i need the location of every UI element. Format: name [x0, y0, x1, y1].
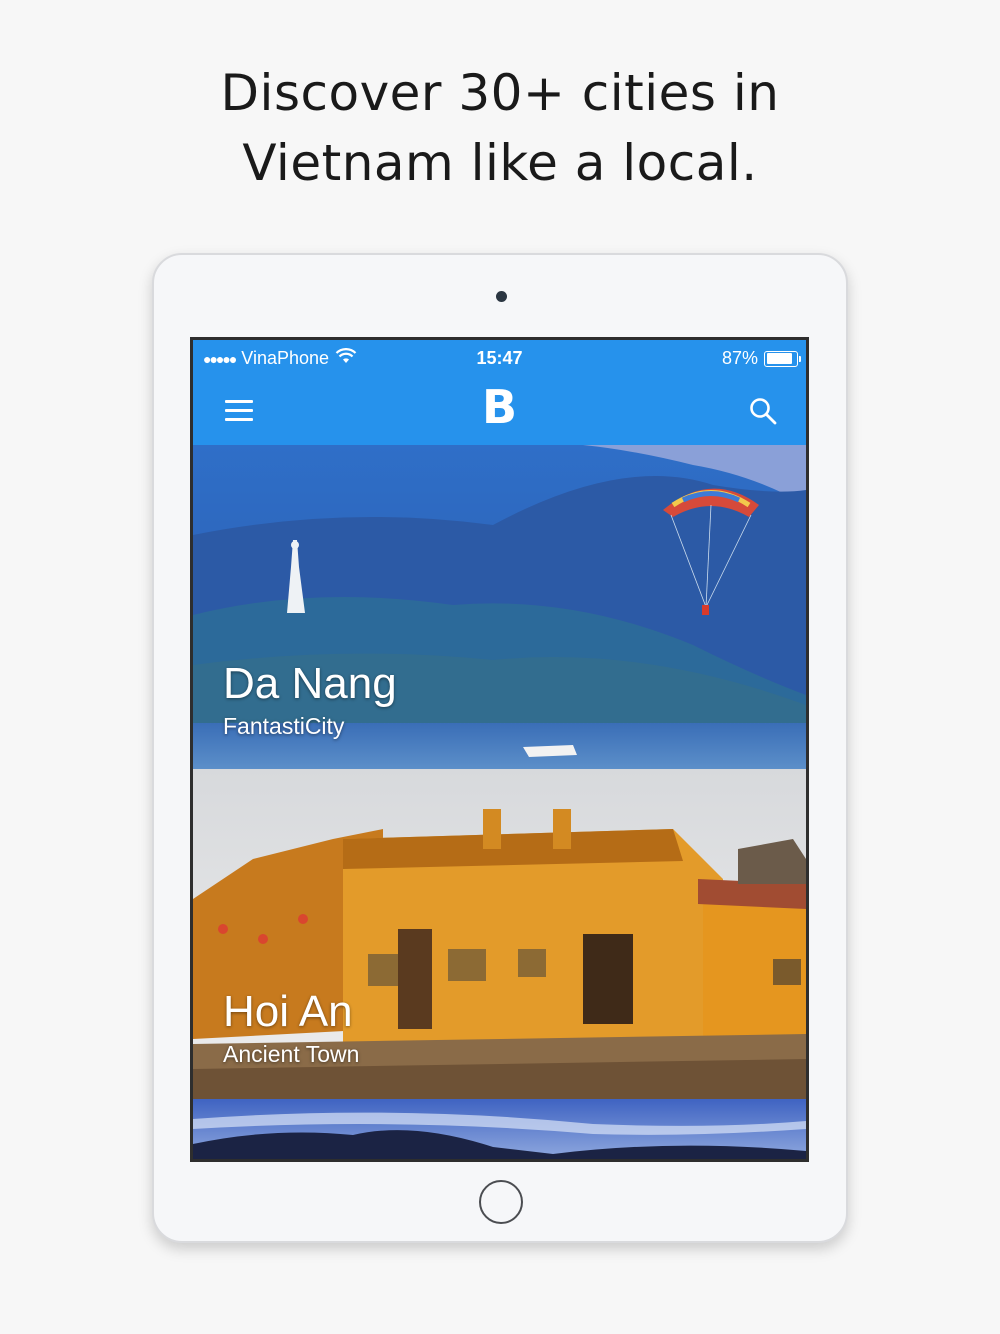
battery-icon	[764, 350, 801, 367]
battery-fill	[766, 353, 792, 364]
app-screen: ●●●●● VinaPhone 15:47 87% B Da Nang Fant…	[193, 340, 806, 1159]
app-logo: B	[481, 380, 518, 434]
city-tagline: Ancient Town	[223, 1041, 360, 1067]
city-card-hoi-an[interactable]: Hoi An Ancient Town	[193, 769, 806, 1099]
status-bar: ●●●●● VinaPhone 15:47 87%	[193, 340, 806, 378]
tablet-screen: ●●●●● VinaPhone 15:47 87% B Da Nang Fant…	[190, 337, 809, 1162]
battery-percentage: 87%	[721, 348, 758, 368]
front-camera	[496, 291, 507, 302]
headline-line-1: Discover 30+ cities in	[220, 64, 780, 122]
search-icon[interactable]	[748, 396, 778, 426]
headline-line-2: Vietnam like a local.	[242, 134, 758, 192]
status-time: 15:47	[476, 348, 523, 368]
city-name: Da Nang	[223, 659, 397, 708]
city-card-da-nang[interactable]: Da Nang FantastiCity	[193, 445, 806, 769]
city-photo-partial	[193, 1099, 806, 1159]
city-card-partial[interactable]	[193, 1099, 806, 1159]
home-button[interactable]	[479, 1180, 523, 1224]
headline: Discover 30+ cities in Vietnam like a lo…	[0, 58, 1000, 198]
city-tagline: FantastiCity	[223, 713, 345, 739]
city-name: Hoi An	[223, 987, 353, 1036]
nav-bar: B	[193, 378, 806, 445]
status-right: 87%	[721, 348, 801, 369]
